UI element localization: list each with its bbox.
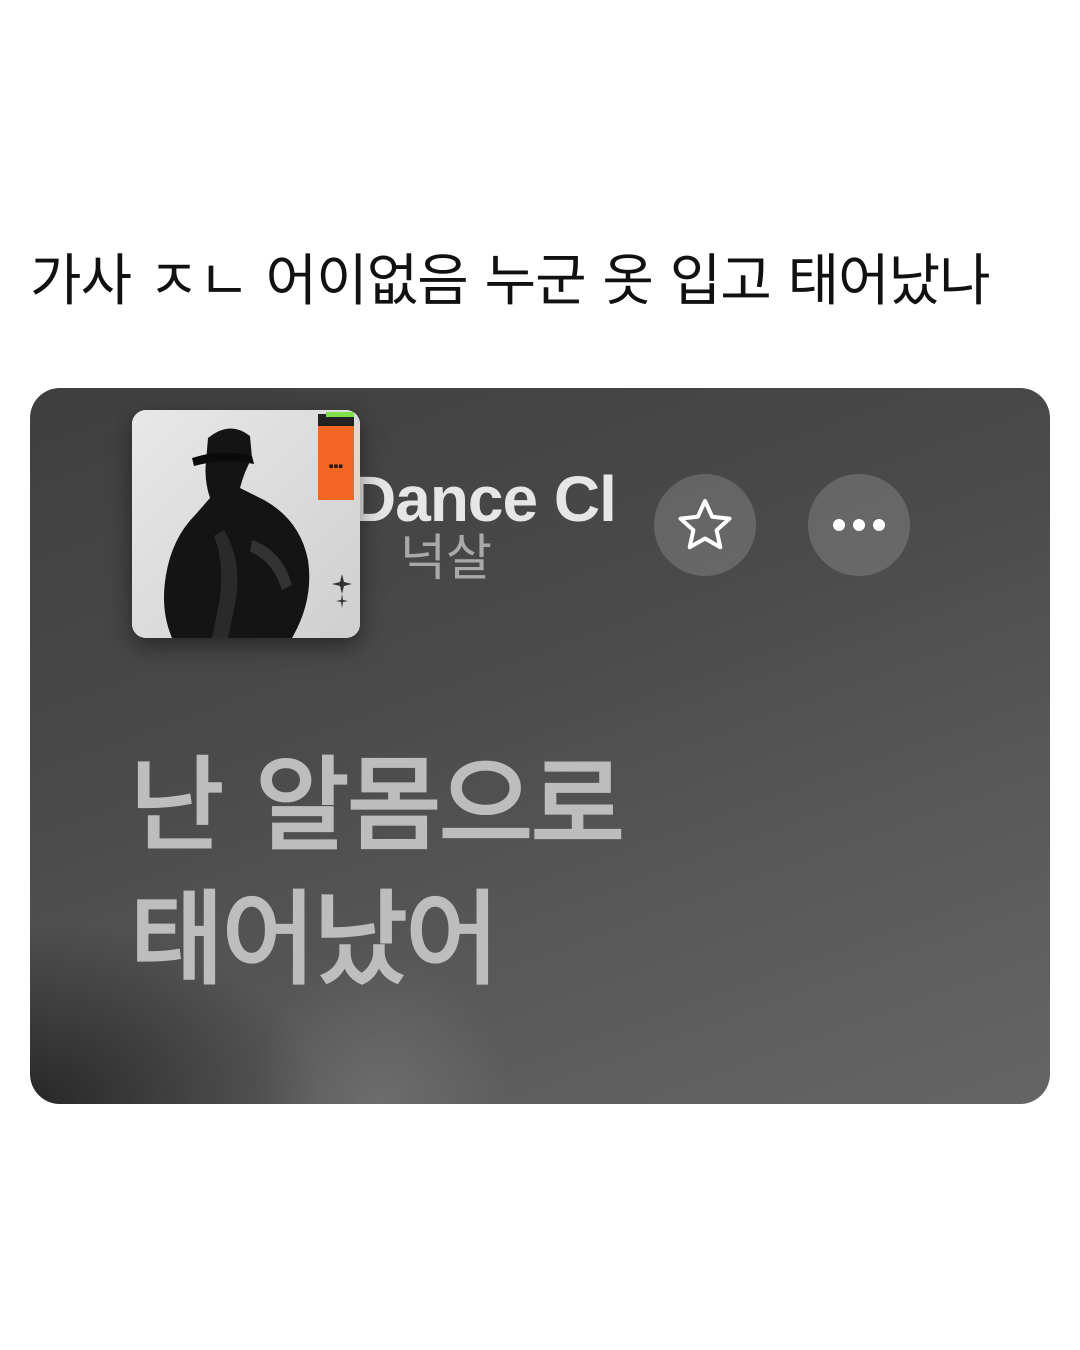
star-outline-icon [678,499,732,550]
post-caption: 가사 ㅈㄴ 어이없음 누군 옷 입고 태어났나 [30,249,991,314]
ellipsis-icon [833,519,885,531]
svg-text:▪▪▪: ▪▪▪ [329,462,343,470]
lyrics-block: 난 알몸으로 태어났어 [130,740,625,1008]
now-playing-card: Dance Cl 넉살 ▪▪▪ 난 알몸으로 태어났어 [30,388,1050,1104]
lyric-line[interactable]: 난 알몸으로 [130,740,625,874]
artist-name[interactable]: 넉살 [400,528,492,588]
song-title[interactable]: Dance Cl [350,463,655,535]
favorite-button[interactable] [654,474,756,576]
more-options-button[interactable] [808,474,910,576]
lyric-line[interactable]: 태어났어 [130,874,623,1008]
album-art[interactable]: ▪▪▪ [132,410,360,638]
